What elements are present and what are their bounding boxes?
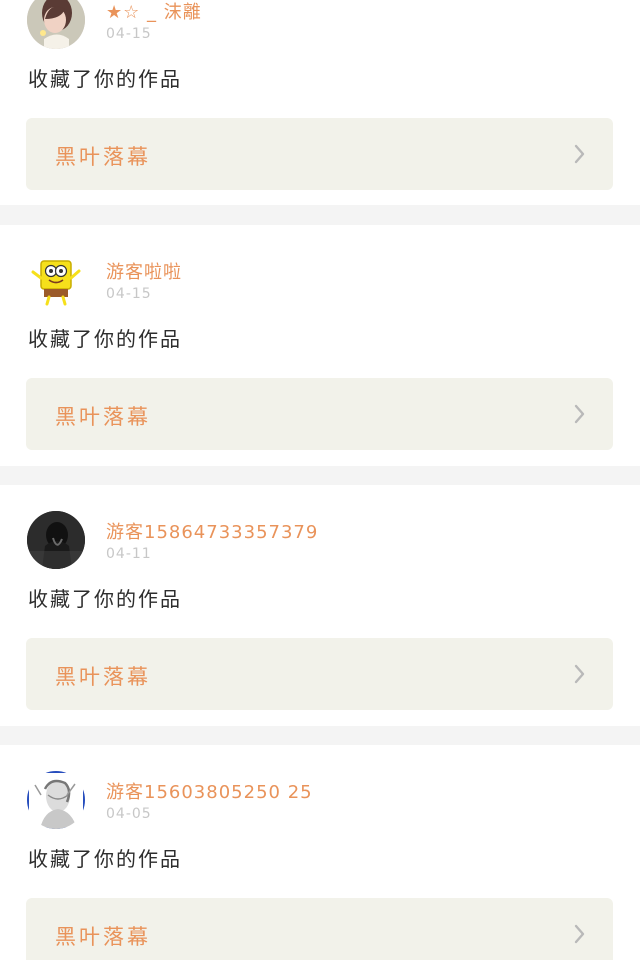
avatar[interactable] xyxy=(27,771,85,829)
action-text: 收藏了你的作品 xyxy=(28,587,182,611)
notification-feed: ★☆ _ 沫離 04-15 收藏了你的作品 黑叶落幕 游客啦啦 04-15 收藏… xyxy=(0,0,640,960)
chevron-right-icon xyxy=(573,404,587,424)
cartoon-sponge-avatar-icon xyxy=(27,251,85,309)
work-link[interactable]: 黑叶落幕 xyxy=(26,378,613,450)
work-title: 黑叶落幕 xyxy=(55,925,151,949)
work-link[interactable]: 黑叶落幕 xyxy=(26,898,613,960)
user-name[interactable]: 游客啦啦 xyxy=(106,258,182,284)
work-title: 黑叶落幕 xyxy=(55,405,151,429)
chevron-right-icon xyxy=(573,664,587,684)
notification-item: 游客15864733357379 04-11 收藏了你的作品 黑叶落幕 xyxy=(0,485,640,726)
avatar[interactable] xyxy=(27,511,85,569)
action-text: 收藏了你的作品 xyxy=(28,327,182,351)
avatar[interactable] xyxy=(27,0,85,49)
post-date: 04-15 xyxy=(106,26,152,42)
girl-photo-avatar-icon xyxy=(27,0,85,49)
chevron-right-icon xyxy=(573,144,587,164)
chevron-right-icon xyxy=(573,924,587,944)
notification-item: 游客15603805250 25 04-05 收藏了你的作品 黑叶落幕 xyxy=(0,745,640,960)
user-name[interactable]: 游客15603805250 25 xyxy=(106,778,313,804)
action-text: 收藏了你的作品 xyxy=(28,847,182,871)
notification-item: 游客啦啦 04-15 收藏了你的作品 黑叶落幕 xyxy=(0,225,640,466)
work-title: 黑叶落幕 xyxy=(55,665,151,689)
sketch-portrait-avatar-icon xyxy=(27,771,85,829)
user-name[interactable]: ★☆ _ 沫離 xyxy=(106,0,202,24)
post-date: 04-05 xyxy=(106,806,152,822)
post-date: 04-11 xyxy=(106,546,152,562)
action-text: 收藏了你的作品 xyxy=(28,67,182,91)
work-link[interactable]: 黑叶落幕 xyxy=(26,118,613,190)
notification-item: ★☆ _ 沫離 04-15 收藏了你的作品 黑叶落幕 xyxy=(0,0,640,205)
dark-figure-avatar-icon xyxy=(27,511,85,569)
avatar[interactable] xyxy=(27,251,85,309)
work-link[interactable]: 黑叶落幕 xyxy=(26,638,613,710)
user-name[interactable]: 游客15864733357379 xyxy=(106,518,318,544)
post-date: 04-15 xyxy=(106,286,152,302)
work-title: 黑叶落幕 xyxy=(55,145,151,169)
